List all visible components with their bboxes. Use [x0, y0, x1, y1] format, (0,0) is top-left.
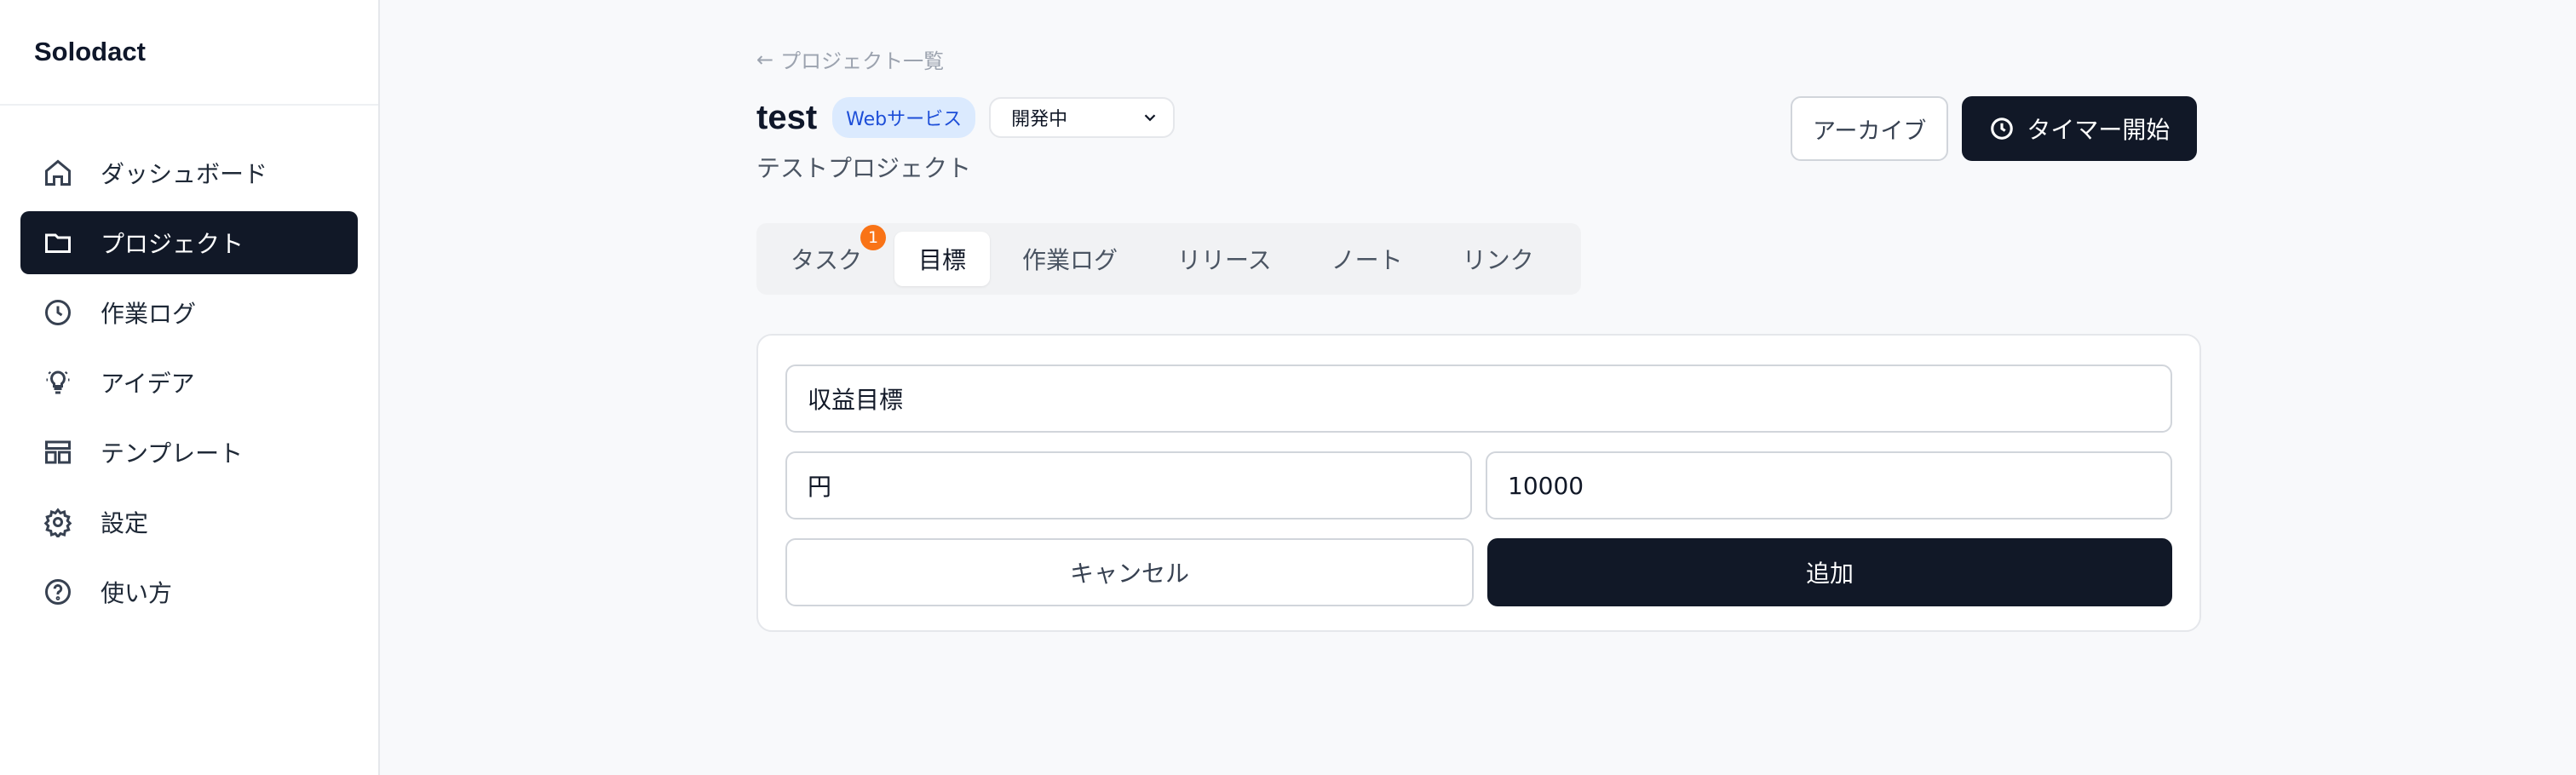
task-count-badge: 1 [860, 225, 887, 250]
tab-label: 作業ログ [1022, 246, 1118, 274]
tab-label: タスク [791, 246, 863, 274]
arrow-left-icon: ← [756, 47, 774, 72]
tab-label: 目標 [918, 246, 967, 274]
app-root: Solodact ダッシュボード プロジェクト 作業ログ アイデア テンプレート… [0, 0, 2576, 775]
sidebar-item-settings[interactable]: 設定 [20, 491, 358, 554]
status-select-value: 開発中 [1011, 109, 1068, 130]
sidebar-item-label: 設定 [101, 509, 149, 537]
brand-logo[interactable]: Solodact [0, 0, 378, 106]
help-icon [41, 575, 75, 609]
sidebar: Solodact ダッシュボード プロジェクト 作業ログ アイデア テンプレート… [0, 0, 380, 775]
lightbulb-icon [41, 365, 75, 399]
status-select[interactable]: 開発中 [989, 97, 1176, 138]
sidebar-item-label: 使い方 [101, 579, 173, 607]
gear-icon [41, 505, 75, 539]
goal-unit-input[interactable]: 円 [785, 451, 1472, 520]
project-description: テストプロジェクト [756, 154, 972, 182]
back-to-projects-link[interactable]: ← プロジェクト一覧 [756, 44, 944, 74]
goal-title-input[interactable]: 収益目標 [785, 365, 2172, 433]
sidebar-item-label: プロジェクト [101, 230, 244, 258]
sidebar-item-worklog[interactable]: 作業ログ [20, 281, 358, 344]
sidebar-nav: ダッシュボード プロジェクト 作業ログ アイデア テンプレート 設定 使い方 [0, 106, 378, 623]
header-actions: アーカイブ タイマー開始 [1791, 96, 2198, 161]
archive-button[interactable]: アーカイブ [1791, 96, 1949, 161]
sidebar-item-templates[interactable]: テンプレート [20, 421, 358, 484]
tab-label: リリース [1177, 246, 1272, 274]
sidebar-item-help[interactable]: 使い方 [20, 560, 358, 623]
goal-target-input[interactable]: 10000 [1486, 451, 2172, 520]
main-content: ← プロジェクト一覧 test Webサービス 開発中 テストプロジェクト アー… [380, 0, 2576, 775]
tab-links[interactable]: リンク [1435, 232, 1561, 286]
sidebar-item-label: ダッシュボード [101, 160, 268, 188]
start-timer-button[interactable]: タイマー開始 [1962, 96, 2198, 161]
sidebar-item-label: アイデア [101, 370, 195, 398]
layout-icon [41, 435, 75, 469]
goal-form-card: 収益目標 円 10000 キャンセル 追加 [756, 334, 2201, 632]
clock-icon [1991, 118, 2014, 140]
project-title: test [756, 98, 818, 136]
home-icon [41, 156, 75, 190]
sidebar-item-ideas[interactable]: アイデア [20, 351, 358, 414]
folder-icon [41, 226, 75, 260]
clock-icon [41, 296, 75, 330]
project-header: test Webサービス 開発中 [756, 95, 1176, 140]
tab-releases[interactable]: リリース [1150, 232, 1299, 286]
tab-label: ノート [1331, 246, 1403, 274]
sidebar-item-label: テンプレート [101, 439, 244, 468]
sidebar-item-dashboard[interactable]: ダッシュボード [20, 141, 358, 204]
back-link-label: プロジェクト一覧 [780, 49, 945, 73]
tab-worklog[interactable]: 作業ログ [995, 232, 1145, 286]
category-badge: Webサービス [832, 97, 976, 138]
sidebar-item-label: 作業ログ [101, 300, 197, 328]
cancel-button[interactable]: キャンセル [785, 538, 1474, 606]
tab-notes[interactable]: ノート [1304, 232, 1430, 286]
project-tabs: タスク 1 目標 作業ログ リリース ノート リンク [756, 223, 1581, 295]
tab-tasks[interactable]: タスク 1 [763, 225, 889, 286]
chevron-down-icon [1144, 114, 1156, 122]
add-goal-button[interactable]: 追加 [1487, 538, 2172, 606]
tab-goals[interactable]: 目標 [894, 232, 991, 286]
tab-label: リンク [1462, 246, 1534, 274]
sidebar-item-projects[interactable]: プロジェクト [20, 211, 358, 274]
start-timer-label: タイマー開始 [2027, 116, 2171, 144]
